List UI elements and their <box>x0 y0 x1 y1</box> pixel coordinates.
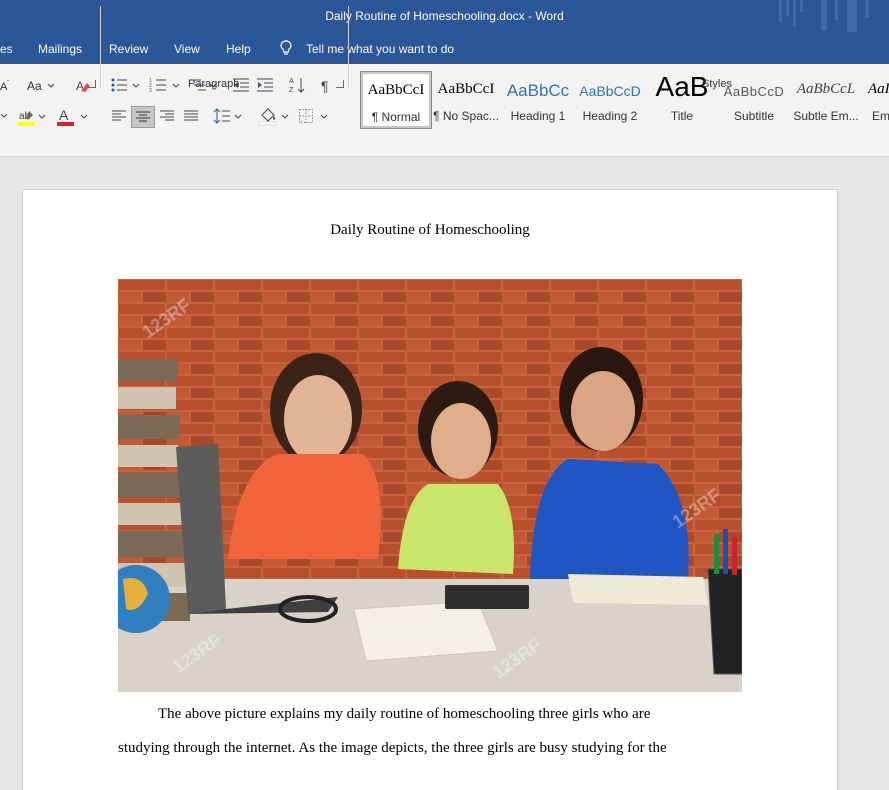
style-subtle-emphasis[interactable]: AaBbCcL Subtle Em... <box>790 71 862 129</box>
style-normal[interactable]: AaBbCcI ¶ Normal <box>360 71 432 129</box>
shrink-font-icon[interactable]: Aˇ <box>0 79 12 93</box>
group-separator <box>348 6 349 88</box>
font-color-icon[interactable]: A <box>56 107 76 127</box>
paragraph-line[interactable]: studying through the internet. As the im… <box>118 740 758 757</box>
ribbon-tabs: es Mailings Review View Help Tell me wha… <box>0 32 889 64</box>
shading-icon[interactable] <box>258 106 278 126</box>
svg-text:ˇ: ˇ <box>7 81 9 87</box>
title-bar-decoration <box>779 0 869 32</box>
chevron-down-icon[interactable] <box>132 83 140 89</box>
chevron-down-icon[interactable] <box>234 114 242 120</box>
style-heading-2[interactable]: AaBbCcD Heading 2 <box>574 71 646 129</box>
chevron-down-icon[interactable] <box>38 114 46 120</box>
style-no-spacing[interactable]: AaBbCcI ¶ No Spac... <box>430 71 502 129</box>
align-right-icon[interactable] <box>159 109 175 123</box>
style-emphasis[interactable]: AaI Em <box>862 71 889 129</box>
tab-design-partial[interactable]: es <box>0 42 13 56</box>
align-center-icon[interactable] <box>135 110 151 124</box>
sort-icon[interactable]: A Z <box>288 76 306 94</box>
bullets-icon[interactable] <box>110 77 128 93</box>
tab-mailings[interactable]: Mailings <box>38 42 82 56</box>
lightbulb-icon <box>280 40 292 55</box>
highlight-color-icon[interactable]: ab <box>17 107 37 127</box>
line-spacing-icon[interactable] <box>213 107 231 125</box>
svg-text:A: A <box>289 78 294 85</box>
borders-icon[interactable] <box>298 108 314 124</box>
chevron-down-icon[interactable] <box>320 114 328 120</box>
svg-text:A: A <box>59 107 69 123</box>
tab-view[interactable]: View <box>174 42 200 56</box>
pilcrow-icon[interactable]: ¶ <box>320 78 334 94</box>
paragraph-group-label: Paragraph <box>188 78 240 90</box>
chevron-down-icon[interactable] <box>281 114 289 120</box>
title-bar: Daily Routine of Homeschooling.docx - Wo… <box>0 0 889 32</box>
justify-icon[interactable] <box>183 109 199 123</box>
svg-text:¶: ¶ <box>321 78 329 94</box>
style-heading-1[interactable]: AaBbCc Heading 1 <box>502 71 574 129</box>
document-title[interactable]: Daily Routine of Homeschooling <box>23 222 837 239</box>
chevron-down-icon[interactable] <box>0 113 8 119</box>
svg-text:Z: Z <box>289 87 294 94</box>
tell-me-search[interactable]: Tell me what you want to do <box>306 42 454 56</box>
homeschooling-photo[interactable]: 123RF 123RF 123RF 123RF <box>118 279 742 692</box>
increase-indent-icon[interactable] <box>256 77 274 93</box>
align-left-icon[interactable] <box>111 109 127 123</box>
numbering-icon[interactable]: 1 2 3 <box>149 77 167 93</box>
group-separator <box>100 6 101 88</box>
paragraph-line[interactable]: The above picture explains my daily rout… <box>118 706 758 723</box>
styles-group-label: Styles <box>702 78 732 90</box>
chevron-down-icon[interactable] <box>80 114 88 120</box>
chevron-down-icon[interactable] <box>47 83 55 89</box>
svg-text:3: 3 <box>149 88 152 93</box>
tab-review[interactable]: Review <box>109 42 148 56</box>
paragraph-dialog-launcher[interactable] <box>336 80 344 88</box>
chevron-down-icon[interactable] <box>172 83 180 89</box>
font-dialog-launcher[interactable] <box>88 80 96 88</box>
change-case-button[interactable]: Aa <box>27 79 42 93</box>
window-title: Daily Routine of Homeschooling.docx - Wo… <box>325 9 564 23</box>
tab-help[interactable]: Help <box>226 42 251 56</box>
